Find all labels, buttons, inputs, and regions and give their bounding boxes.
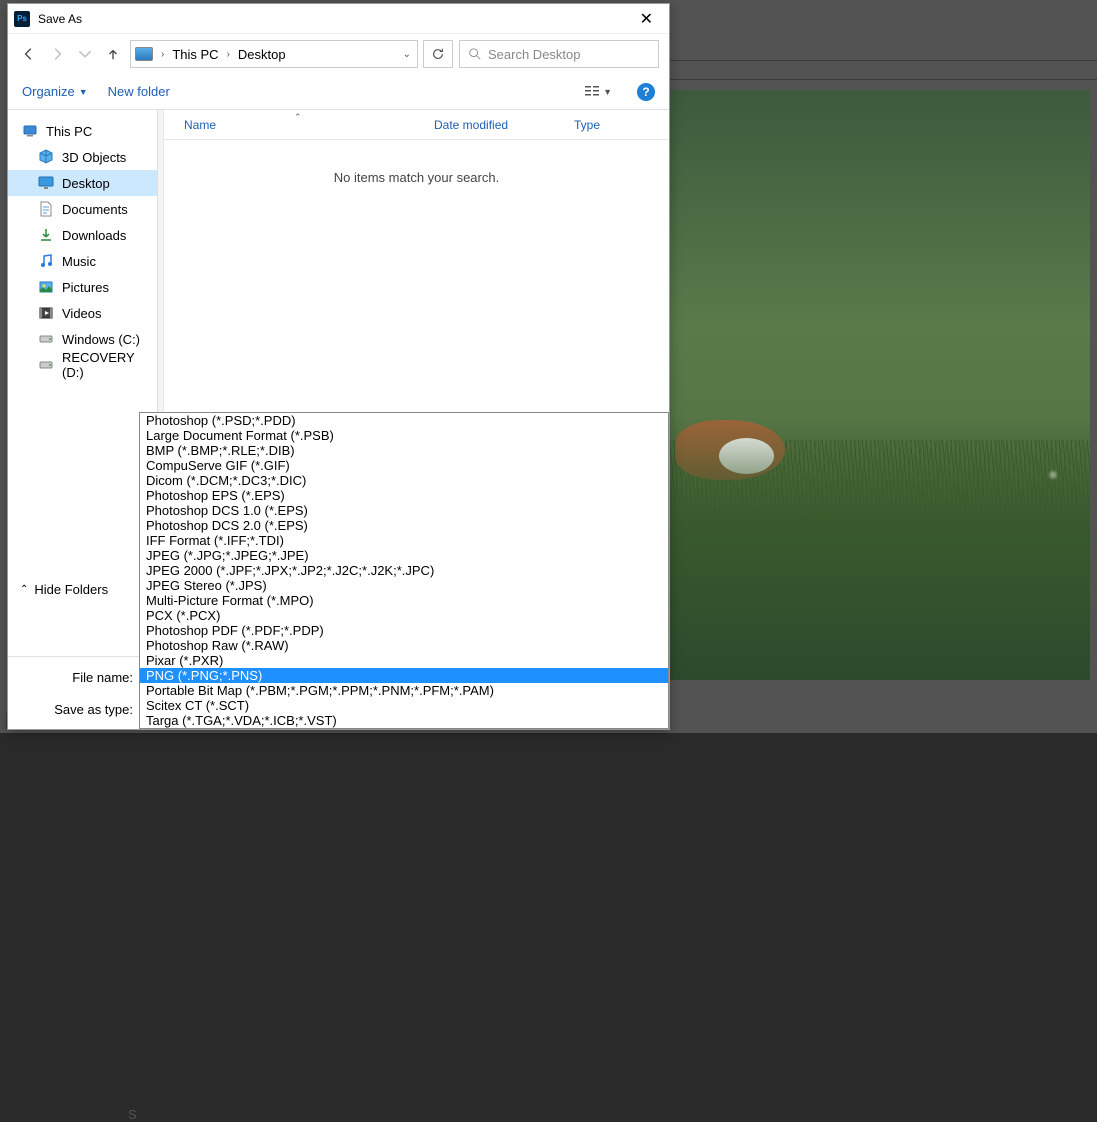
help-button[interactable]: ? xyxy=(637,83,655,101)
type-option[interactable]: CompuServe GIF (*.GIF) xyxy=(140,458,668,473)
save-options-label: S xyxy=(128,1107,137,1122)
drive-icon xyxy=(38,357,54,373)
pictures-icon xyxy=(38,279,54,295)
sidebar-item-windows-c-[interactable]: Windows (C:) xyxy=(8,326,157,352)
sidebar-item-recovery-d-[interactable]: RECOVERY (D:) xyxy=(8,352,157,378)
column-headers[interactable]: ⌃ Name Date modified Type xyxy=(164,110,669,140)
type-option[interactable]: Targa (*.TGA;*.VDA;*.ICB;*.VST) xyxy=(140,713,668,728)
type-option[interactable]: Photoshop EPS (*.EPS) xyxy=(140,488,668,503)
type-option[interactable]: Pixar (*.PXR) xyxy=(140,653,668,668)
search-placeholder: Search Desktop xyxy=(488,47,581,62)
filename-label: File name: xyxy=(20,670,133,685)
sort-indicator-icon: ⌃ xyxy=(294,112,302,123)
type-option[interactable]: JPEG 2000 (*.JPF;*.JPX;*.JP2;*.J2C;*.J2K… xyxy=(140,563,668,578)
drive-icon xyxy=(38,331,54,347)
docs-icon xyxy=(38,201,54,217)
type-option[interactable]: JPEG Stereo (*.JPS) xyxy=(140,578,668,593)
sidebar-item-downloads[interactable]: Downloads xyxy=(8,222,157,248)
type-option[interactable]: BMP (*.BMP;*.RLE;*.DIB) xyxy=(140,443,668,458)
type-option[interactable]: Photoshop PDF (*.PDF;*.PDP) xyxy=(140,623,668,638)
save-as-dialog: Ps Save As ✕ › This PC › Desktop ⌄ Searc… xyxy=(7,3,670,730)
address-dropdown[interactable]: ⌄ xyxy=(401,49,413,60)
type-option[interactable]: Photoshop DCS 2.0 (*.EPS) xyxy=(140,518,668,533)
nav-back-button[interactable] xyxy=(18,43,40,65)
chevron-right-icon: › xyxy=(159,49,166,60)
chevron-right-icon: › xyxy=(225,49,232,60)
type-option[interactable]: Scitex CT (*.SCT) xyxy=(140,698,668,713)
refresh-button[interactable] xyxy=(423,40,453,68)
sidebar-item-3d-objects[interactable]: 3D Objects xyxy=(8,144,157,170)
view-options-button[interactable]: ▼ xyxy=(579,81,617,103)
sidebar-item-documents[interactable]: Documents xyxy=(8,196,157,222)
address-bar[interactable]: › This PC › Desktop ⌄ xyxy=(130,40,418,68)
nav-up-button[interactable] xyxy=(102,43,124,65)
downloads-icon xyxy=(38,227,54,243)
saveastype-dropdown[interactable]: Photoshop (*.PSD;*.PDD)Large Document Fo… xyxy=(139,412,669,729)
sidebar-item-music[interactable]: Music xyxy=(8,248,157,274)
breadcrumb-folder[interactable]: Desktop xyxy=(238,47,286,62)
type-option[interactable]: Portable Bit Map (*.PBM;*.PGM;*.PPM;*.PN… xyxy=(140,683,668,698)
type-option[interactable]: IFF Format (*.IFF;*.TDI) xyxy=(140,533,668,548)
3d-icon xyxy=(38,149,54,165)
pc-icon xyxy=(135,47,153,61)
type-option[interactable]: Photoshop DCS 1.0 (*.EPS) xyxy=(140,503,668,518)
sidebar: This PC3D ObjectsDesktopDocumentsDownloa… xyxy=(8,110,158,656)
organize-menu[interactable]: Organize▼ xyxy=(22,84,88,99)
search-icon xyxy=(468,47,482,61)
breadcrumb-root[interactable]: This PC xyxy=(172,47,218,62)
sidebar-item-desktop[interactable]: Desktop xyxy=(8,170,157,196)
navigation-row: › This PC › Desktop ⌄ Search Desktop xyxy=(8,34,669,74)
videos-icon xyxy=(38,305,54,321)
nav-forward-button[interactable] xyxy=(46,43,68,65)
hide-folders-button[interactable]: ⌃ Hide Folders xyxy=(20,582,108,597)
close-button[interactable]: ✕ xyxy=(632,9,661,29)
canvas-image xyxy=(670,90,1090,680)
column-date[interactable]: Date modified xyxy=(434,118,574,132)
column-name[interactable]: Name xyxy=(184,118,434,132)
type-option[interactable]: JPEG (*.JPG;*.JPEG;*.JPE) xyxy=(140,548,668,563)
sidebar-item-this-pc[interactable]: This PC xyxy=(8,118,157,144)
type-option[interactable]: PCX (*.PCX) xyxy=(140,608,668,623)
pc-icon xyxy=(22,123,38,139)
column-type[interactable]: Type xyxy=(574,118,669,132)
nav-recent-dropdown[interactable] xyxy=(74,43,96,65)
chevron-up-icon: ⌃ xyxy=(20,584,28,595)
type-option[interactable]: PNG (*.PNG;*.PNS) xyxy=(140,668,668,683)
type-option[interactable]: Dicom (*.DCM;*.DC3;*.DIC) xyxy=(140,473,668,488)
sidebar-item-pictures[interactable]: Pictures xyxy=(8,274,157,300)
sidebar-item-videos[interactable]: Videos xyxy=(8,300,157,326)
search-input[interactable]: Search Desktop xyxy=(459,40,659,68)
titlebar: Ps Save As ✕ xyxy=(8,4,669,34)
empty-message: No items match your search. xyxy=(164,140,669,185)
music-icon xyxy=(38,253,54,269)
type-option[interactable]: Photoshop (*.PSD;*.PDD) xyxy=(140,413,668,428)
new-folder-button[interactable]: New folder xyxy=(108,84,170,99)
toolbar: Organize▼ New folder ▼ ? xyxy=(8,74,669,110)
desktop-icon xyxy=(38,175,54,191)
saveastype-label: Save as type: xyxy=(20,702,133,717)
type-option[interactable]: Multi-Picture Format (*.MPO) xyxy=(140,593,668,608)
type-option[interactable]: Large Document Format (*.PSB) xyxy=(140,428,668,443)
type-option[interactable]: Photoshop Raw (*.RAW) xyxy=(140,638,668,653)
dialog-title: Save As xyxy=(38,12,632,26)
photoshop-icon: Ps xyxy=(14,11,30,27)
